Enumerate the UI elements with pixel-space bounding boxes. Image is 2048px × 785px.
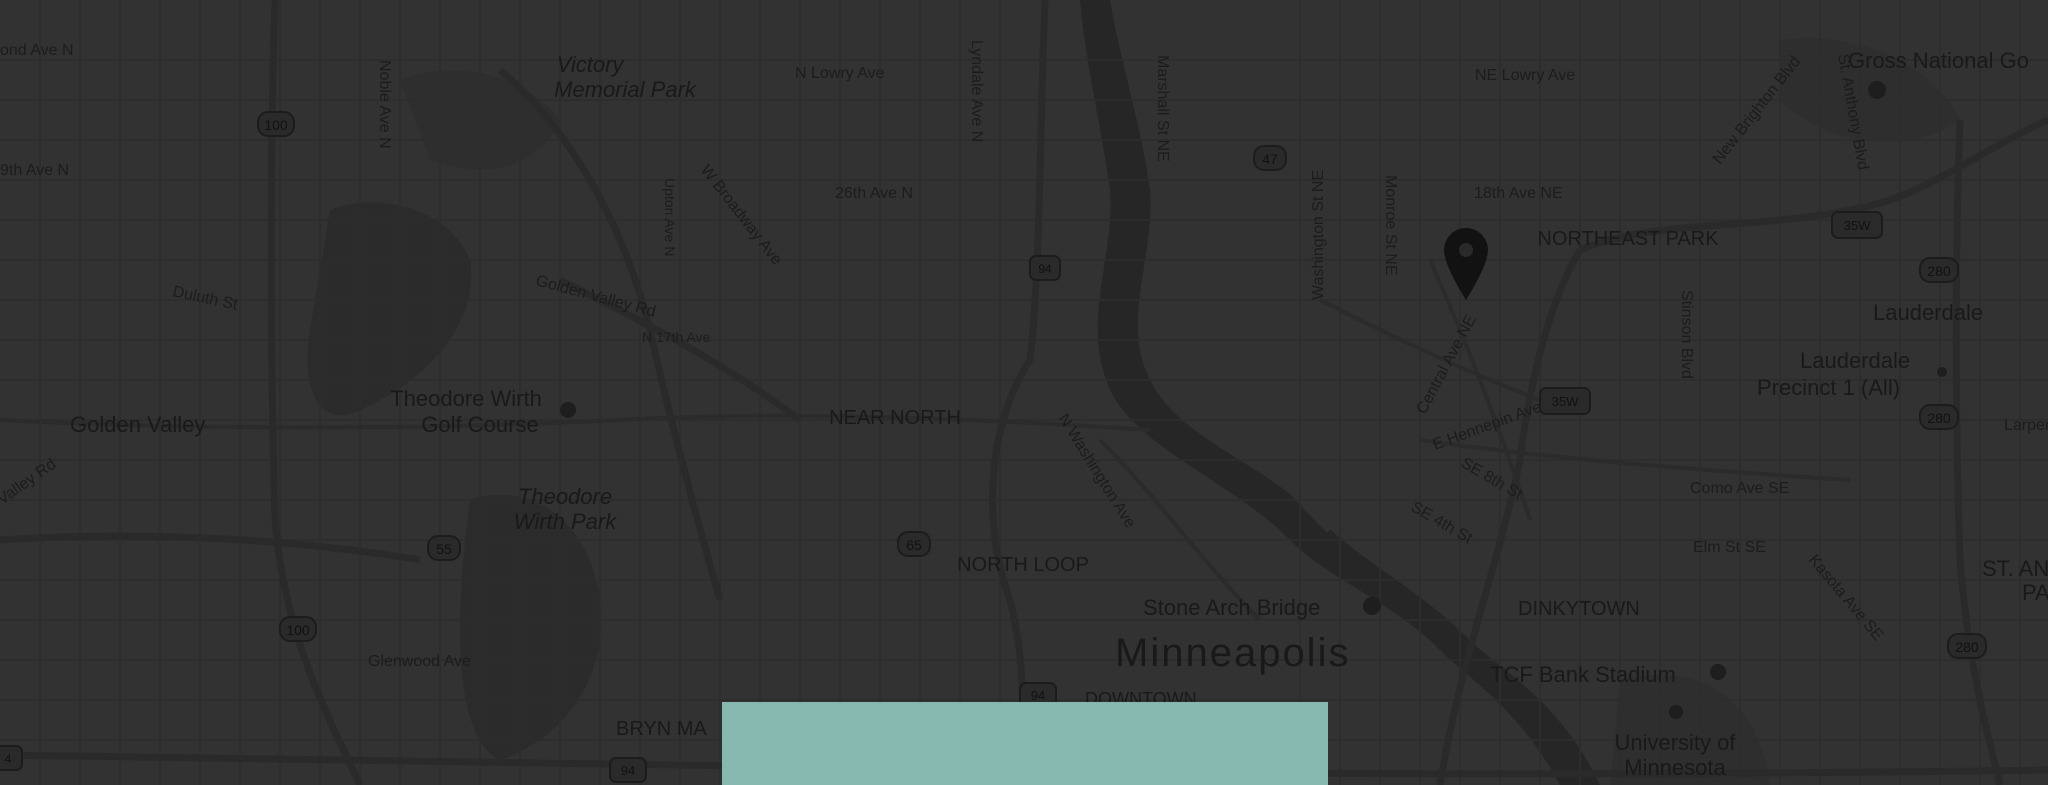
map-label: University of — [1614, 730, 1736, 755]
map-label: Golden Valley — [70, 412, 205, 437]
map-label: Stone Arch Bridge — [1143, 595, 1320, 620]
map-label: Como Ave SE — [1690, 480, 1789, 497]
map-label: Theodore — [518, 484, 612, 509]
highway-shield: 55 — [427, 535, 461, 561]
svg-text:65: 65 — [906, 537, 922, 553]
map-label: NORTHEAST PARK — [1537, 228, 1719, 250]
map-label: Elm St SE — [1693, 539, 1766, 556]
map-label: Noble Ave N — [376, 60, 393, 149]
svg-text:35W: 35W — [1552, 394, 1579, 409]
map-label: 18th Ave NE — [1474, 185, 1563, 202]
map-label: Upton Ave N — [662, 178, 678, 256]
map-label: DINKYTOWN — [1518, 598, 1640, 620]
map-label: 9th Ave N — [0, 162, 69, 179]
map-canvas[interactable]: Victory Memorial Park N Lowry Ave NE Low… — [0, 0, 2048, 785]
map-view[interactable]: Victory Memorial Park N Lowry Ave NE Low… — [0, 0, 2048, 785]
svg-text:4: 4 — [5, 752, 12, 766]
overlay-card — [722, 702, 1328, 785]
map-label: Lyndale Ave N — [968, 40, 985, 142]
map-label: Minnesota — [1624, 755, 1726, 780]
map-label: ST. AN — [1982, 556, 2048, 581]
highway-shield: 280 — [1919, 404, 1959, 430]
svg-text:280: 280 — [1927, 263, 1951, 279]
map-label: PA — [2022, 580, 2048, 605]
highway-shield: 35W — [1831, 211, 1883, 239]
svg-text:35W: 35W — [1844, 218, 1871, 233]
highway-shield: 100 — [279, 616, 317, 642]
map-label: N 17th Ave — [642, 329, 710, 345]
map-label: BRYN MA — [616, 718, 707, 740]
map-label: Precinct 1 (All) — [1757, 375, 1900, 400]
svg-text:94: 94 — [1038, 262, 1052, 276]
map-label: Monroe St NE — [1382, 175, 1399, 275]
highway-shield: 4 — [0, 745, 23, 771]
map-label: Minneapolis — [1115, 631, 1350, 675]
map-label: N Lowry Ave — [795, 65, 885, 82]
map-label: Stinson Blvd — [1678, 290, 1695, 379]
map-label: Gross National Go — [1848, 48, 2029, 73]
map-label: NEAR NORTH — [829, 407, 961, 429]
highway-shield: 280 — [1919, 257, 1959, 283]
map-label: Lauderdale — [1873, 300, 1983, 325]
highway-shield: 94 — [1029, 255, 1061, 281]
svg-text:280: 280 — [1955, 639, 1979, 655]
map-label: Glenwood Ave — [368, 653, 471, 670]
highway-shield: 35W — [1539, 387, 1591, 415]
map-label: Wirth Park — [514, 509, 617, 534]
svg-text:47: 47 — [1262, 151, 1278, 167]
highway-shield: 94 — [609, 757, 647, 783]
svg-text:100: 100 — [286, 622, 310, 638]
map-label: Victory — [557, 52, 626, 77]
svg-text:94: 94 — [621, 763, 635, 778]
map-label: NORTH LOOP — [957, 554, 1089, 576]
svg-text:100: 100 — [264, 117, 288, 133]
map-label: Marshall St NE — [1154, 55, 1171, 162]
map-label: Golf Course — [421, 412, 538, 437]
svg-text:280: 280 — [1927, 410, 1951, 426]
map-label: TCF Bank Stadium — [1490, 662, 1676, 687]
highway-shield: 47 — [1253, 145, 1287, 171]
map-label: Larpenteur — [2004, 417, 2048, 434]
map-label: ond Ave N — [0, 42, 74, 59]
map-label: Lauderdale — [1800, 348, 1910, 373]
map-label: NE Lowry Ave — [1475, 67, 1575, 84]
map-label: Theodore Wirth — [390, 386, 542, 411]
highway-shield: 280 — [1947, 633, 1987, 659]
map-label: Memorial Park — [554, 77, 697, 102]
map-label: Washington St NE — [1310, 170, 1327, 300]
highway-shield: 100 — [257, 111, 295, 137]
highway-shield: 65 — [897, 531, 931, 557]
svg-text:94: 94 — [1031, 688, 1045, 703]
svg-text:55: 55 — [436, 541, 452, 557]
map-label: 26th Ave N — [835, 185, 913, 202]
